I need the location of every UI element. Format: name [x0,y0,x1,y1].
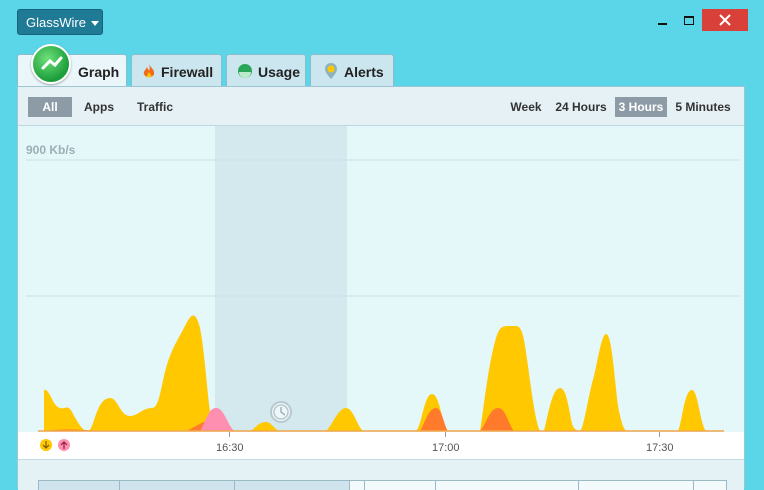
tab-firewall-label: Firewall [161,64,214,80]
tab-usage[interactable]: Usage [226,54,306,86]
range-week[interactable]: Week [506,97,546,117]
time-label: 17:00 [432,442,460,454]
traffic-graph[interactable]: 900 Kb/s [18,126,744,432]
tick-mark [445,432,446,437]
app-menu-label: GlassWire [26,15,86,30]
tab-alerts-label: Alerts [344,64,384,80]
flame-icon [143,64,155,78]
graph-logo-mark [41,56,63,70]
incoming-legend-icon [40,439,52,451]
overview-cell[interactable] [119,480,235,490]
tab-usage-label: Usage [258,64,301,80]
incoming-traffic-area [44,315,720,431]
tab-alerts[interactable]: Alerts [310,54,394,86]
time-axis [18,432,744,459]
close-button[interactable] [702,9,748,31]
usage-icon [238,64,252,78]
minimize-button[interactable] [648,9,676,31]
range-24-hours[interactable]: 24 Hours [554,97,608,117]
range-5-minutes[interactable]: 5 Minutes [672,97,734,117]
filter-apps[interactable]: Apps [80,97,118,117]
maximize-button[interactable] [676,9,702,31]
alert-pin-icon [325,63,337,79]
overview-cell[interactable] [349,480,365,490]
overview-strip[interactable] [18,459,744,490]
outgoing-legend-icon [58,439,70,451]
tab-firewall[interactable]: Firewall [131,54,222,86]
graph-panel: All Apps Traffic Week 24 Hours 3 Hours 5… [17,86,745,490]
app-menu-button[interactable]: GlassWire [17,9,103,35]
time-label: 17:30 [646,442,674,454]
graph-icon [31,44,71,84]
traffic-graph-canvas [26,126,740,432]
tab-graph-label: Graph [78,64,120,80]
close-icon [719,14,731,26]
time-selection-band[interactable] [215,126,347,431]
overview-cell[interactable] [578,480,694,490]
time-label: 16:30 [216,442,244,454]
graph-scale-label: 900 Kb/s [26,143,76,157]
range-3-hours[interactable]: 3 Hours [615,97,667,117]
overview-cell[interactable] [435,480,579,490]
tick-mark [659,432,660,437]
glasswire-window: GlassWire Graph Firewall Usage Alerts Al… [0,0,764,490]
tick-mark [229,432,230,437]
filter-traffic[interactable]: Traffic [132,97,178,117]
filter-all[interactable]: All [28,97,72,117]
overview-cell[interactable] [693,480,727,490]
chevron-down-icon [90,21,99,27]
overview-cell[interactable] [364,480,436,490]
clock-icon[interactable] [270,401,292,423]
overview-cell[interactable] [234,480,350,490]
overview-cell[interactable] [38,480,120,490]
graph-toolbar: All Apps Traffic Week 24 Hours 3 Hours 5… [18,87,744,126]
